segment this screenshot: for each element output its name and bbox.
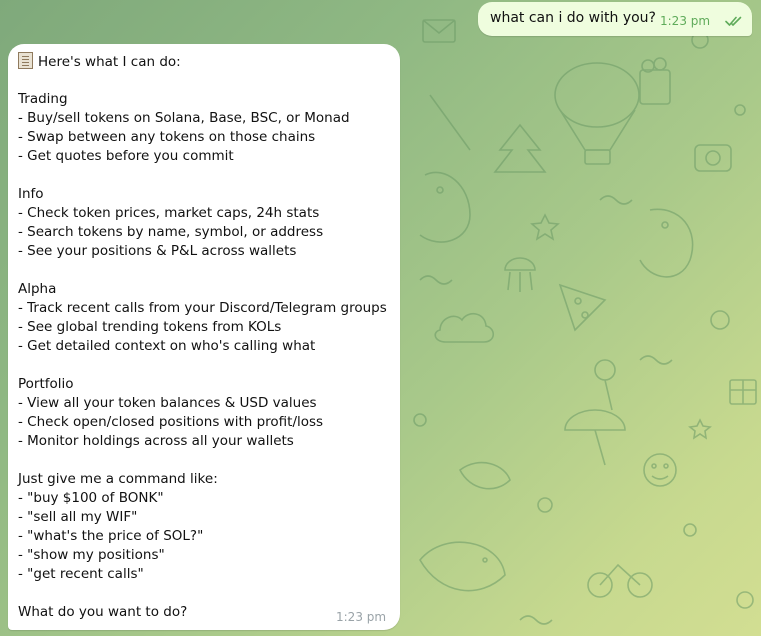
message-header-text: Here's what I can do: <box>38 54 181 70</box>
message-line: - Check open/closed positions with profi… <box>18 414 324 430</box>
section-heading-alpha: Alpha <box>18 281 57 297</box>
outgoing-message-text: what can i do with you? <box>490 10 656 26</box>
command-intro: Just give me a command like: <box>18 471 218 487</box>
message-line: - See your positions & P&L across wallet… <box>18 243 297 259</box>
message-line: - View all your token balances & USD val… <box>18 395 317 411</box>
command-example: - "sell all my WIF" <box>18 509 138 525</box>
message-line: - Check token prices, market caps, 24h s… <box>18 205 320 221</box>
clipboard-icon <box>18 52 33 69</box>
message-line: - See global trending tokens from KOLs <box>18 319 282 335</box>
message-line: - Get quotes before you commit <box>18 148 234 164</box>
double-check-icon <box>725 16 742 26</box>
closing-question: What do you want to do? <box>18 604 188 620</box>
command-example: - "show my positions" <box>18 547 165 563</box>
message-line: - Buy/sell tokens on Solana, Base, BSC, … <box>18 110 350 126</box>
message-line: - Swap between any tokens on those chain… <box>18 129 316 145</box>
message-line: - Track recent calls from your Discord/T… <box>18 300 387 316</box>
command-example: - "what's the price of SOL?" <box>18 528 204 544</box>
section-heading-trading: Trading <box>18 91 68 107</box>
incoming-message-time: 1:23 pm <box>336 610 387 624</box>
section-heading-info: Info <box>18 186 44 202</box>
section-heading-portfolio: Portfolio <box>18 376 74 392</box>
outgoing-message-bubble[interactable]: what can i do with you? 1:23 pm <box>478 2 752 36</box>
chat-window: { "outgoing": { "text": "what can i do w… <box>0 0 761 636</box>
outgoing-message-time: 1:23 pm <box>660 14 711 28</box>
message-header: Here's what I can do: <box>18 52 181 72</box>
incoming-message-bubble[interactable]: Here's what I can do: Trading - Buy/sell… <box>8 44 400 630</box>
message-line: - Get detailed context on who's calling … <box>18 338 316 354</box>
command-example: - "buy $100 of BONK" <box>18 490 164 506</box>
message-line: - Monitor holdings across all your walle… <box>18 433 294 449</box>
message-line: - Search tokens by name, symbol, or addr… <box>18 224 324 240</box>
command-example: - "get recent calls" <box>18 566 144 582</box>
